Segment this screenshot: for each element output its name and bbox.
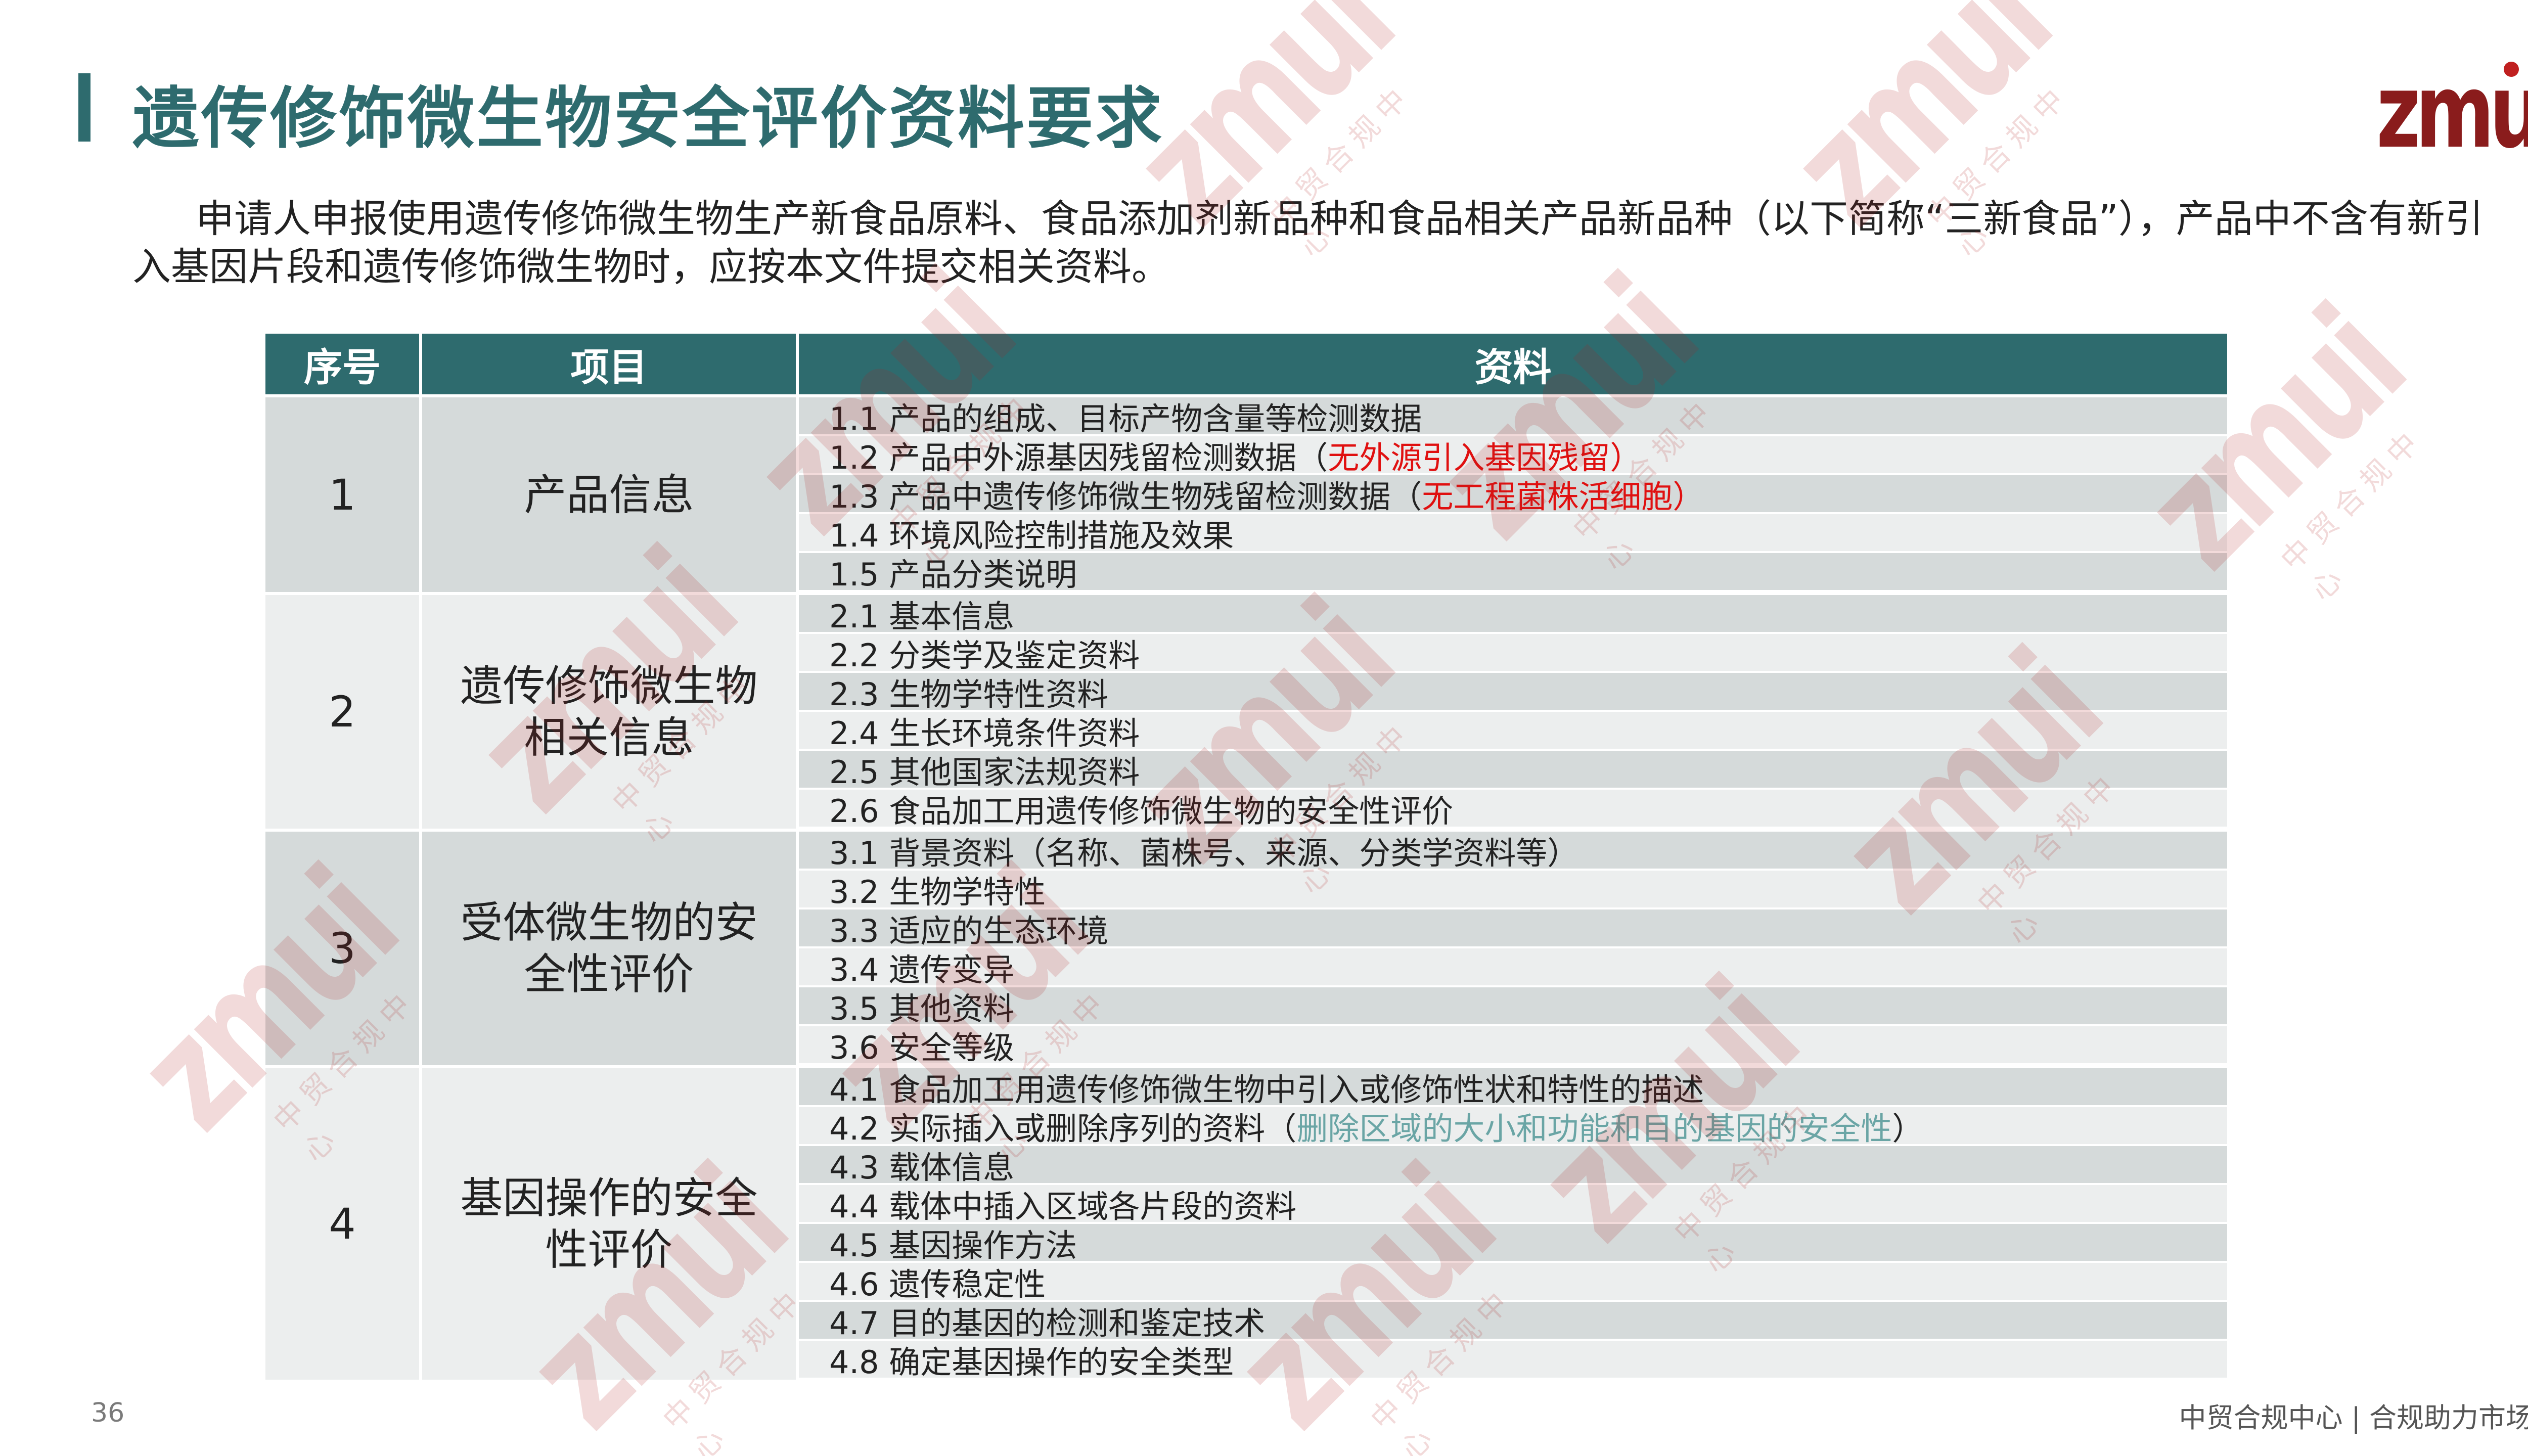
logo-text: zmui: [2376, 52, 2528, 171]
group-seq: 2: [265, 595, 422, 829]
group-item: 遗传修饰微生物相关信息: [422, 595, 799, 829]
table-row: 4.8 确定基因操作的安全类型: [799, 1341, 2227, 1380]
row-note: 无工程菌株活细胞）: [1422, 478, 1704, 514]
page-title: 遗传修饰微生物安全评价资料要求: [132, 80, 1164, 158]
group-item: 受体微生物的安全性评价: [422, 832, 799, 1065]
table-row: 4.3 载体信息: [799, 1146, 2227, 1185]
page-number: 36: [91, 1398, 125, 1428]
header-item: 项目: [422, 334, 799, 394]
group-rows: 4.1 食品加工用遗传修饰微生物中引入或修饰性状和特性的描述 4.2 实际插入或…: [799, 1068, 2227, 1380]
logo-dot: [2504, 62, 2519, 77]
row-note: 无外源引入基因残留）: [1328, 439, 1642, 475]
table-row: 1.5 产品分类说明: [799, 553, 2227, 592]
table-row: 2.1 基本信息: [799, 595, 2227, 634]
table-row: 3.5 其他资料: [799, 987, 2227, 1026]
table-row: 2.6 食品加工用遗传修饰微生物的安全性评价: [799, 790, 2227, 829]
requirements-table: 序号 项目 资料 1 产品信息 1.1 产品的组成、目标产物含量等检测数据 1.…: [265, 334, 2227, 1380]
table-row: 1.3 产品中遗传修饰微生物残留检测数据（ 无工程菌株活细胞）: [799, 475, 2227, 514]
table-row: 2.5 其他国家法规资料: [799, 751, 2227, 790]
table-row: 3.3 适应的生态环境: [799, 909, 2227, 948]
table-row: 3.2 生物学特性: [799, 871, 2227, 909]
table-group-2: 2 遗传修饰微生物相关信息 2.1 基本信息 2.2 分类学及鉴定资料 2.3 …: [265, 592, 2227, 829]
table-row: 4.5 基因操作方法: [799, 1224, 2227, 1263]
table-row: 4.4 载体中插入区域各片段的资料: [799, 1185, 2227, 1224]
table-row: 3.4 遗传变异: [799, 948, 2227, 987]
table-row: 4.2 实际插入或删除序列的资料（ 删除区域的大小和功能和目的基因的安全性）: [799, 1107, 2227, 1146]
table-row: 2.3 生物学特性资料: [799, 673, 2227, 712]
table-header: 序号 项目 资料: [265, 334, 2227, 394]
table-row: 1.2 产品中外源基因残留检测数据（ 无外源引入基因残留）: [799, 436, 2227, 475]
group-seq: 4: [265, 1068, 422, 1380]
table-row: 3.6 安全等级: [799, 1026, 2227, 1065]
group-seq: 1: [265, 397, 422, 592]
table-group-4: 4 基因操作的安全性评价 4.1 食品加工用遗传修饰微生物中引入或修饰性状和特性…: [265, 1065, 2227, 1380]
table-row: 3.1 背景资料（名称、菌株号、来源、分类学资料等）: [799, 832, 2227, 871]
footer-text: 中贸合规中心 | 合规助力市场: [2179, 1402, 2528, 1434]
table-row: 4.7 目的基因的检测和鉴定技术: [799, 1302, 2227, 1341]
brand-logo: zmui: [2376, 61, 2528, 163]
table-row: 2.2 分类学及鉴定资料: [799, 634, 2227, 673]
group-rows: 1.1 产品的组成、目标产物含量等检测数据 1.2 产品中外源基因残留检测数据（…: [799, 397, 2227, 592]
group-item: 产品信息: [422, 397, 799, 592]
table-row: 1.1 产品的组成、目标产物含量等检测数据: [799, 397, 2227, 436]
table-group-3: 3 受体微生物的安全性评价 3.1 背景资料（名称、菌株号、来源、分类学资料等）…: [265, 829, 2227, 1065]
intro-paragraph: 申请人申报使用遗传修饰微生物生产新食品原料、食品添加剂新品种和食品相关产品新品种…: [132, 196, 2484, 289]
group-rows: 2.1 基本信息 2.2 分类学及鉴定资料 2.3 生物学特性资料 2.4 生长…: [799, 595, 2227, 829]
table-row: 2.4 生长环境条件资料: [799, 712, 2227, 751]
table-group-1: 1 产品信息 1.1 产品的组成、目标产物含量等检测数据 1.2 产品中外源基因…: [265, 394, 2227, 592]
table-row: 1.4 环境风险控制措施及效果: [799, 514, 2227, 553]
row-note: 删除区域的大小和功能和目的基因的安全性: [1296, 1110, 1892, 1146]
header-materials: 资料: [1474, 345, 1552, 390]
group-seq: 3: [265, 832, 422, 1065]
title-accent-bar: [78, 73, 91, 142]
group-item: 基因操作的安全性评价: [422, 1068, 799, 1380]
group-rows: 3.1 背景资料（名称、菌株号、来源、分类学资料等） 3.2 生物学特性 3.3…: [799, 832, 2227, 1065]
table-row: 4.6 遗传稳定性: [799, 1263, 2227, 1302]
header-seq: 序号: [265, 334, 422, 394]
table-row: 4.1 食品加工用遗传修饰微生物中引入或修饰性状和特性的描述: [799, 1068, 2227, 1107]
